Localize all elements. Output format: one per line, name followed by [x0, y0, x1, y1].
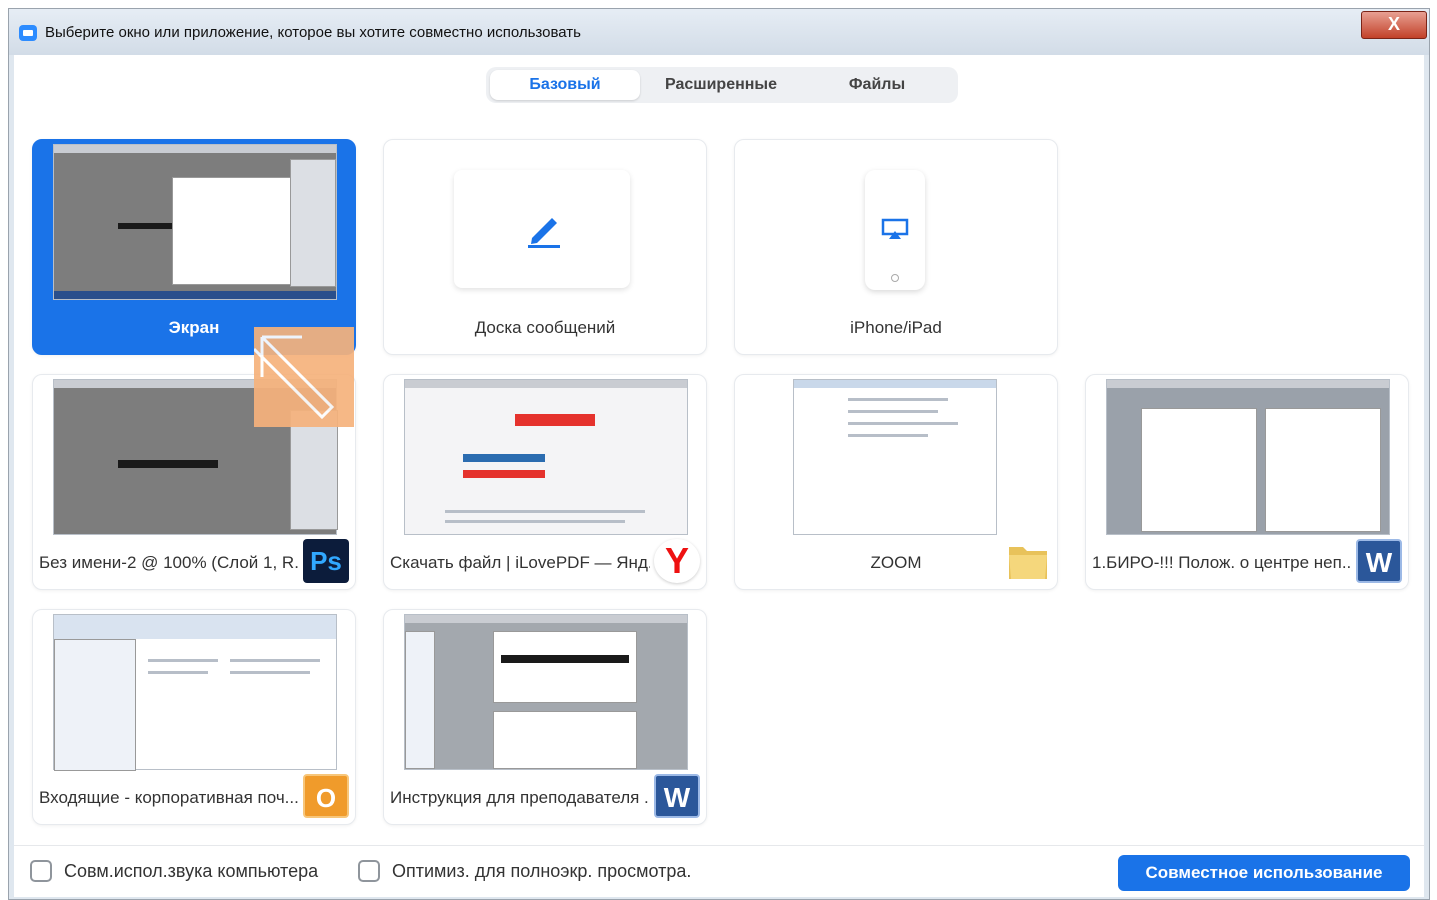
tab-advanced[interactable]: Расширенные [646, 70, 796, 100]
tile-iphone-ipad[interactable]: iPhone/iPad [734, 139, 1058, 355]
pencil-icon [528, 218, 560, 248]
yandex-browser-icon: Y [654, 539, 700, 583]
tile-ilovepdf-window[interactable]: Скачать файл | iLovePDF — Янд... Y [383, 374, 707, 590]
word-doc2-thumbnail [404, 614, 688, 770]
arrow-cursor-icon [254, 335, 335, 420]
tile-whiteboard-label: Доска сообщений [474, 318, 616, 337]
computer-audio-checkbox[interactable]: Совм.испол.звука компьютера [30, 860, 318, 882]
title-bar: Выберите окно или приложение, которое вы… [9, 9, 1429, 55]
phone-graphic [865, 170, 925, 290]
checkbox-icon[interactable] [358, 860, 380, 882]
tile-word-doc2-label: Инструкция для преподавателя ... [390, 788, 650, 807]
tile-photoshop-label: Без имени-2 @ 100% (Слой 1, R... [39, 553, 299, 572]
share-screen-dialog: Выберите окно или приложение, которое вы… [8, 8, 1430, 900]
optimize-fullscreen-checkbox[interactable]: Оптимиз. для полноэкр. просмотра. [358, 860, 691, 882]
screen-thumbnail [53, 144, 337, 300]
share-button[interactable]: Совместное использование [1118, 855, 1410, 891]
home-button-icon [891, 274, 899, 282]
dialog-content: Базовый Расширенные Файлы Экран Доска со… [14, 55, 1424, 897]
whiteboard-card [454, 170, 630, 288]
footer-divider [14, 845, 1424, 846]
tile-word-document-2[interactable]: Инструкция для преподавателя ... W [383, 609, 707, 825]
close-button[interactable]: X [1361, 11, 1427, 39]
outlook-icon: O [303, 774, 349, 818]
checkbox-icon[interactable] [30, 860, 52, 882]
tab-basic[interactable]: Базовый [490, 70, 640, 100]
tile-word-document-1[interactable]: 1.БИРО-!!! Полож. о центре неп... W [1085, 374, 1409, 590]
word-doc1-thumbnail [1106, 379, 1390, 535]
window-title: Выберите окно или приложение, которое вы… [45, 24, 581, 41]
pointer-arrow-overlay [254, 327, 354, 427]
tile-zoom-folder[interactable]: ZOOM [734, 374, 1058, 590]
outlook-thumbnail [53, 614, 337, 771]
tile-ilovepdf-label: Скачать файл | iLovePDF — Янд... [390, 553, 650, 572]
zoom-app-icon [19, 25, 37, 41]
tile-whiteboard[interactable]: Доска сообщений [383, 139, 707, 355]
word-icon: W [1356, 539, 1402, 583]
tab-files[interactable]: Файлы [802, 70, 952, 100]
tile-iphone-label: iPhone/iPad [850, 318, 942, 337]
tile-outlook-label: Входящие - корпоративная поч... [39, 788, 299, 807]
tile-outlook-window[interactable]: Входящие - корпоративная поч... O [32, 609, 356, 825]
tile-screen[interactable]: Экран [32, 139, 356, 355]
photoshop-icon: Ps [303, 539, 349, 583]
tile-word-doc1-label: 1.БИРО-!!! Полож. о центре неп... [1092, 553, 1352, 572]
airplay-icon [881, 218, 909, 239]
zoom-folder-thumbnail [793, 379, 997, 535]
word-icon: W [654, 774, 700, 818]
ilovepdf-thumbnail [404, 379, 688, 535]
tab-bar: Базовый Расширенные Файлы [486, 67, 958, 103]
optimize-label: Оптимиз. для полноэкр. просмотра. [392, 860, 692, 881]
computer-audio-label: Совм.испол.звука компьютера [64, 860, 319, 881]
folder-icon [1009, 547, 1047, 579]
